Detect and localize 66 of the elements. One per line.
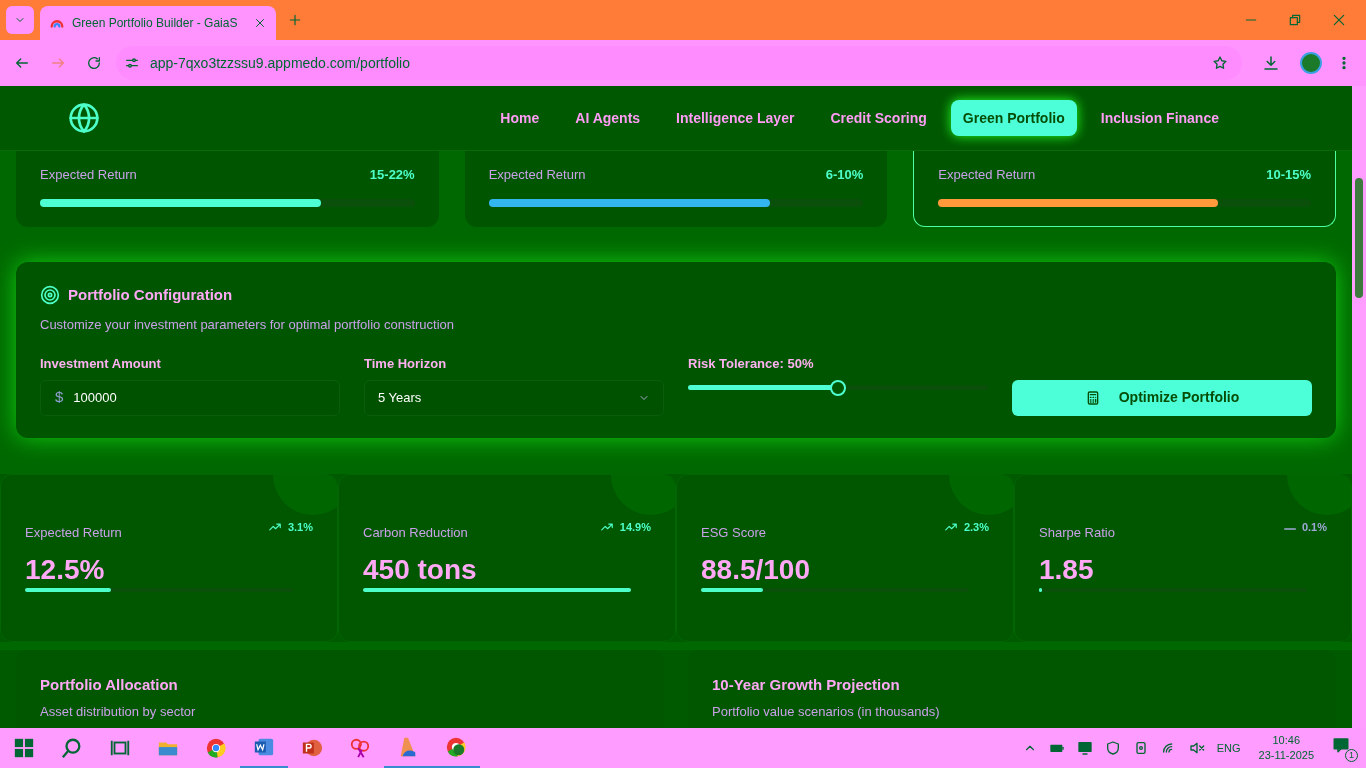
metric-value: 10-15% xyxy=(1266,166,1311,184)
metric-label: Expected Return xyxy=(488,166,586,184)
metric-value: 450 tons xyxy=(363,554,478,586)
nav-link[interactable]: Inclusion Finance xyxy=(1088,100,1231,136)
change-text: 0.1% xyxy=(1301,519,1327,535)
horizon-select[interactable]: 5 Years xyxy=(364,379,664,416)
metric-value: 1.85 xyxy=(1039,554,1095,586)
nav-link[interactable]: Credit Scoring xyxy=(818,100,939,136)
field-label: Time Horizon xyxy=(364,355,448,373)
nav-link[interactable]: Green Portfolio xyxy=(950,100,1077,136)
nav-link[interactable]: AI Agents xyxy=(563,100,653,136)
field-label: Risk Tolerance: 50% xyxy=(688,355,815,373)
forward-icon xyxy=(50,55,66,71)
language-indicator[interactable]: ENG xyxy=(1216,739,1241,757)
change-text: 14.9% xyxy=(619,519,651,535)
scrollbar[interactable] xyxy=(1352,86,1366,728)
optimize-button[interactable]: Optimize Portfolio xyxy=(1012,379,1312,416)
panel-subtitle: Asset distribution by sector xyxy=(40,703,197,721)
field-label: Investment Amount xyxy=(40,355,162,373)
url-text: app-7qxo3tzzssu9.appmedo.com/portfolio xyxy=(150,53,411,73)
globe-icon[interactable] xyxy=(68,102,100,134)
tab-title: Green Portfolio Builder - GaiaS xyxy=(72,15,239,32)
field-value: 100000 xyxy=(73,388,117,407)
panel-title: 10-Year Growth Projection xyxy=(712,674,901,695)
notification-button[interactable]: 1 xyxy=(1332,736,1356,760)
select-value: 5 Years xyxy=(378,388,422,407)
notification-icon xyxy=(1332,736,1350,754)
target-icon xyxy=(40,285,60,306)
amount-field[interactable]: $ 100000 xyxy=(40,379,340,416)
clock[interactable]: 10:46 23-11-2025 xyxy=(1252,733,1320,763)
metric-label: ESG Score xyxy=(701,523,767,542)
section-title: Portfolio Configuration xyxy=(68,285,233,305)
download-icon[interactable] xyxy=(1262,54,1280,72)
profile-avatar[interactable] xyxy=(1300,52,1322,74)
close-icon[interactable] xyxy=(254,17,266,29)
metric-label: Expected Return xyxy=(938,166,1036,184)
risk-slider[interactable] xyxy=(688,379,988,396)
panel-title: Portfolio Allocation xyxy=(40,674,179,695)
star-icon[interactable] xyxy=(1212,55,1228,71)
monitor-icon[interactable] xyxy=(1076,740,1093,756)
restore-icon[interactable] xyxy=(1288,13,1302,27)
slider-thumb[interactable] xyxy=(830,379,846,396)
metric-label: Sharpe Ratio xyxy=(1039,523,1115,542)
metric-label: Expected Return xyxy=(40,166,137,184)
panel-subtitle: Portfolio value scenarios (in thousands) xyxy=(712,703,941,721)
section-subtitle: Customize your investment parameters for optimal portfolio construction xyxy=(40,315,455,334)
mute-icon[interactable] xyxy=(1188,740,1205,756)
browser-tab[interactable]: Green Portfolio Builder - GaiaS xyxy=(40,6,276,40)
metric-value: 88.5/100 xyxy=(701,554,811,586)
address-bar[interactable]: app-7qxo3tzzssu9.appmedo.com/portfolio xyxy=(116,46,1242,80)
shield-icon[interactable] xyxy=(1104,740,1121,756)
metric-value: 15-22% xyxy=(369,166,415,184)
currency-symbol: $ xyxy=(55,387,64,408)
metric-value: 12.5% xyxy=(25,554,106,586)
change-text: 3.1% xyxy=(287,519,313,535)
notification-count: 1 xyxy=(1345,749,1358,762)
change-text: 2.3% xyxy=(963,519,989,535)
metric-label: Carbon Reduction xyxy=(363,523,468,542)
metric-label: Expected Return xyxy=(25,523,122,542)
metric-value: 6-10% xyxy=(825,166,864,184)
close-icon[interactable] xyxy=(1332,13,1346,27)
new-tab-icon[interactable] xyxy=(288,13,302,27)
back-icon[interactable] xyxy=(14,55,30,71)
nav-link[interactable]: Intelligence Layer xyxy=(664,100,807,136)
nav-link[interactable]: Home xyxy=(488,100,552,136)
reload-icon[interactable] xyxy=(86,55,102,71)
